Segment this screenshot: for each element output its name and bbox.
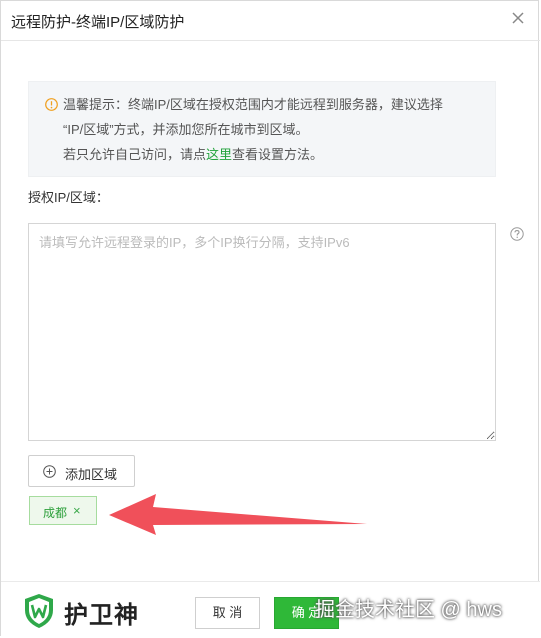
dialog: 远程防护-终端IP/区域防护 温馨提示：终端IP/区域在授权范围内才能远程到服务… <box>0 0 540 637</box>
tip-box: 温馨提示：终端IP/区域在授权范围内才能远程到服务器，建议选择 “IP/区域”方… <box>28 81 496 177</box>
remove-tag-icon[interactable]: × <box>73 503 81 518</box>
add-region-label: 添加区域 <box>65 467 118 482</box>
authorized-ip-label: 授权IP/区域： <box>28 190 109 205</box>
plus-circle-icon <box>43 465 56 478</box>
tip-line-3: 若只允许自己访问，请点这里查看设置方法。 <box>63 142 323 167</box>
close-icon[interactable] <box>510 10 526 26</box>
shield-logo-icon <box>25 594 53 628</box>
authorized-ip-input[interactable] <box>28 223 496 441</box>
region-tag-label: 成都 <box>43 506 68 520</box>
brand-name: 护卫神 <box>64 602 139 629</box>
add-region-button[interactable]: 添加区域 <box>28 455 135 487</box>
help-icon[interactable] <box>510 227 524 241</box>
annotation-arrow-icon <box>109 494 367 535</box>
dialog-header: 远程防护-终端IP/区域防护 <box>1 1 540 41</box>
tip-line-3-prefix: 若只允许自己访问，请点 <box>63 147 207 162</box>
tip-line-3-suffix: 查看设置方法。 <box>232 147 324 162</box>
tip-help-link[interactable]: 这里 <box>206 147 232 162</box>
region-tag: 成都 × <box>29 496 97 525</box>
warning-icon <box>45 98 58 111</box>
tip-line-1: 温馨提示：终端IP/区域在授权范围内才能远程到服务器，建议选择 <box>63 97 443 112</box>
dialog-title: 远程防护-终端IP/区域防护 <box>11 14 185 31</box>
cancel-button[interactable]: 取 消 <box>195 597 260 629</box>
tip-line-2: “IP/区域”方式，并添加您所在城市到区域。 <box>63 122 309 137</box>
watermark: 掘金技术社区 @ hws <box>315 599 502 621</box>
